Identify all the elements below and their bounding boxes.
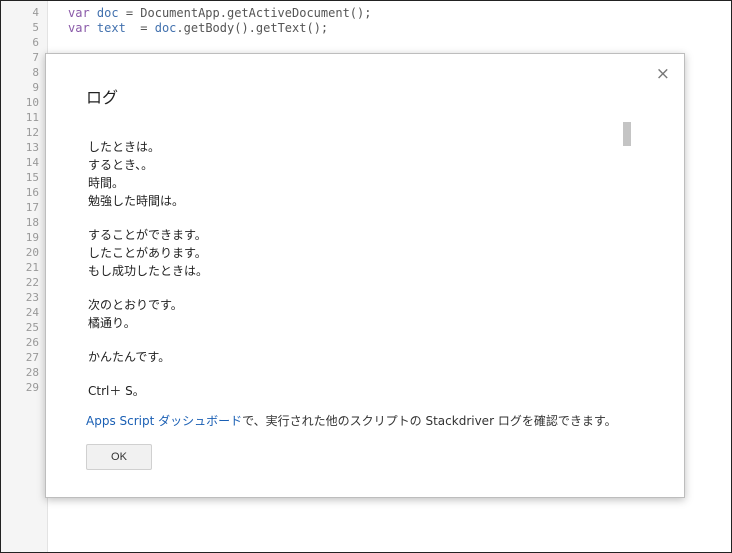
line-number: 5: [32, 21, 39, 34]
line-number: 26: [25, 336, 39, 349]
log-line: かんたんです。: [88, 350, 171, 364]
keyword-var: var: [68, 6, 90, 20]
line-number: 23: [25, 291, 39, 304]
line-number: 17: [25, 201, 39, 214]
code-line-4[interactable]: var doc = DocumentApp.getActiveDocument(…: [68, 6, 371, 20]
ok-button[interactable]: OK: [86, 444, 152, 470]
line-number: 8: [32, 66, 39, 79]
line-number: 24: [25, 306, 39, 319]
log-dialog: × ログ したときは。 するとき、。 時間。勉強した時間は。することができます。 した…: [45, 53, 685, 498]
line-number: 28: [25, 366, 39, 379]
line-number: 4: [32, 6, 39, 19]
line-number: 9: [32, 81, 39, 94]
apps-script-window: 4 5 6 7 8 9 10 11 12 13 14 15 16 17 18 19 20 21 22 23 24 25 26…: [0, 0, 732, 553]
line-number: 10: [25, 96, 39, 109]
log-line: するとき、。: [88, 158, 154, 172]
log-line: 時間。: [88, 176, 125, 190]
log-content: したときは。 するとき、。 時間。勉強した時間は。することができます。 したことがあり…: [88, 138, 608, 400]
line-number: 21: [25, 261, 39, 274]
code-line-5[interactable]: var text = doc.getBody().getText();: [68, 21, 328, 35]
line-number-gutter: 4 5 6 7 8 9 10 11 12 13 14 15 16 17 18 19 20 21 22 23 24 25 26…: [1, 1, 48, 552]
apps-script-dashboard-link[interactable]: Apps Script ダッシュボード: [86, 414, 242, 428]
log-line: したときは。: [88, 140, 161, 154]
dialog-title: ログ: [86, 90, 119, 107]
line-number: 20: [25, 246, 39, 259]
line-number: 15: [25, 171, 39, 184]
log-spacer: [88, 210, 608, 226]
log-line: することができます。: [88, 228, 207, 242]
log-line: 次のとおりです。: [88, 298, 183, 312]
log-spacer: [88, 332, 608, 348]
variable-text: text: [96, 21, 126, 35]
log-spacer: [88, 366, 608, 382]
log-line: 勉強した時間は。: [88, 194, 185, 208]
variable-doc: doc: [96, 6, 119, 20]
code-text: .getBody().getText();: [176, 21, 329, 35]
scrollbar-thumb[interactable]: [623, 122, 631, 146]
line-number: 16: [25, 186, 39, 199]
log-line: Ctrl＋ S。: [88, 384, 145, 398]
keyword-var: var: [68, 21, 90, 35]
log-line: もし成功したときは。: [88, 264, 209, 278]
variable-doc: doc: [154, 21, 177, 35]
line-number: 14: [25, 156, 39, 169]
line-number: 18: [25, 216, 39, 229]
line-number: 22: [25, 276, 39, 289]
dialog-footer-text: Apps Script ダッシュボードで、実行された他のスクリプトの Stack…: [86, 412, 617, 429]
footer-description: で、実行された他のスクリプトの Stackdriver ログを確認できます。: [242, 414, 617, 428]
line-number: 19: [25, 231, 39, 244]
line-number: 12: [25, 126, 39, 139]
line-number: 25: [25, 321, 39, 334]
line-number: 13: [25, 141, 39, 154]
line-number: 6: [32, 36, 39, 49]
log-line: 橘通り。: [88, 316, 136, 330]
log-spacer: [88, 280, 608, 296]
log-line: したことがあります。: [88, 246, 207, 260]
line-number: 11: [25, 111, 39, 124]
close-icon[interactable]: ×: [656, 66, 670, 83]
line-number: 27: [25, 351, 39, 364]
code-text: =: [125, 21, 155, 35]
code-text: = DocumentApp.getActiveDocument();: [118, 6, 372, 20]
line-number: 29: [25, 381, 39, 394]
line-number: 7: [32, 51, 39, 64]
